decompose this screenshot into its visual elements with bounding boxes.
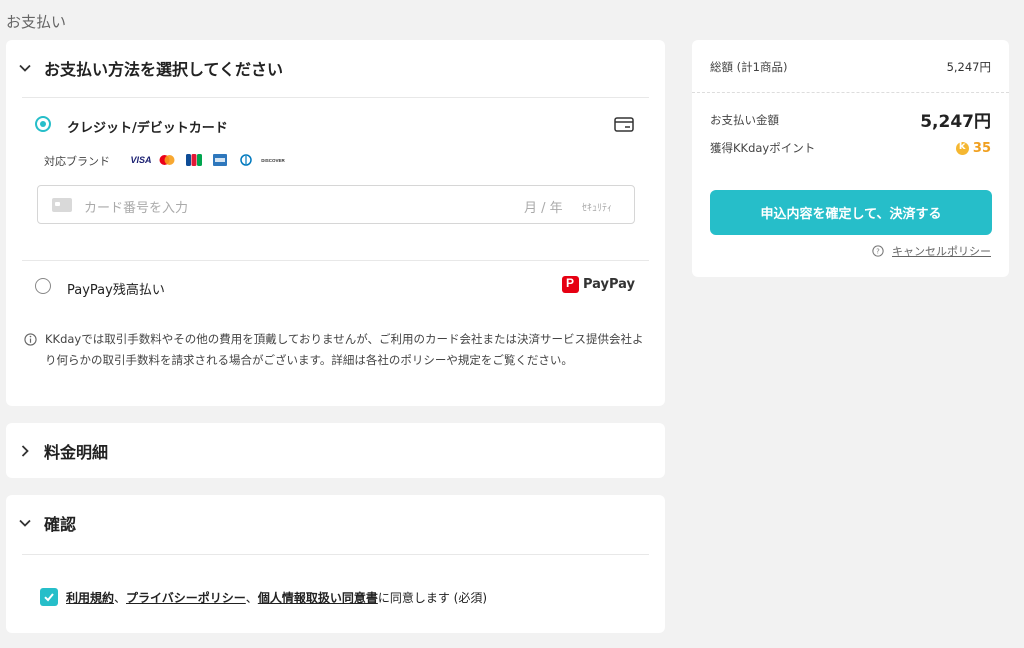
amex-logo-icon — [213, 154, 227, 166]
points-value: 35 — [955, 141, 991, 156]
total-label: 総額 (計1商品) — [710, 60, 788, 74]
card-number-placeholder[interactable]: カード番号を入力 — [84, 197, 188, 216]
chevron-down-icon — [19, 64, 31, 72]
brands-label: 対応ブランド — [44, 155, 110, 168]
svg-text:?: ? — [876, 248, 880, 256]
chevron-down-icon — [19, 519, 31, 527]
divider — [22, 554, 649, 555]
chevron-right-icon — [21, 444, 29, 457]
expiry-input[interactable]: 月 / 年 — [524, 197, 563, 216]
divider — [22, 260, 649, 261]
paypay-logo: PayPay — [561, 276, 635, 293]
divider — [22, 97, 649, 98]
fee-notice-text: KKdayでは取引手数料やその他の費用を頂戴しておりませんが、ご利用のカード会社… — [45, 332, 644, 367]
fee-details-card: 料金明細 — [6, 423, 665, 478]
confirm-card: 確認 利用規約 、 プライバシーポリシー 、 個人情報取扱い同意書 に同意します… — [6, 495, 665, 633]
diners-logo-icon — [237, 154, 255, 166]
payment-section-header[interactable]: お支払い方法を選択してください — [18, 40, 283, 96]
paypay-mark-icon — [561, 276, 579, 293]
mastercard-logo-icon — [158, 154, 176, 166]
dashed-divider — [692, 92, 1009, 93]
fees-section-title: 料金明細 — [44, 442, 109, 462]
payment-amount-label: お支払い金額 — [710, 112, 779, 127]
agree-suffix: に同意します (必須) — [377, 590, 488, 605]
total-value: 5,247円 — [946, 60, 991, 74]
fee-notice: KKdayでは取引手数料やその他の費用を頂戴しておりませんが、ご利用のカード会社… — [24, 329, 646, 371]
points-label: 獲得KKdayポイント — [710, 141, 816, 155]
page-title: お支払い — [6, 13, 67, 31]
payment-amount-row: お支払い金額 5,247円 — [710, 107, 991, 132]
payment-section-title: お支払い方法を選択してください — [44, 60, 284, 79]
discover-logo-icon: DISCOVER — [261, 157, 285, 163]
credit-card-radio[interactable] — [35, 116, 51, 132]
credit-card-icon — [614, 117, 634, 132]
paypay-radio[interactable] — [35, 278, 51, 294]
confirm-and-pay-button[interactable]: 申込内容を確定して、決済する — [710, 190, 992, 235]
terms-link[interactable]: 利用規約 — [66, 589, 114, 606]
card-placeholder-icon — [52, 198, 72, 212]
confirm-section-title: 確認 — [44, 515, 77, 534]
cancel-policy-link[interactable]: ? キャンセルポリシー — [872, 243, 991, 259]
visa-logo-icon: VISA — [130, 155, 152, 165]
card-number-input[interactable]: カード番号を入力 月 / 年 ｾｷｭﾘﾃｨ — [37, 185, 635, 224]
info-icon — [24, 333, 37, 346]
payment-method-card: お支払い方法を選択してください クレジット/デビットカード 対応ブランド VIS… — [6, 40, 665, 406]
help-icon: ? — [872, 245, 884, 257]
total-row: 総額 (計1商品) 5,247円 — [710, 59, 991, 75]
checkmark-icon — [44, 593, 54, 602]
fees-section-header[interactable]: 料金明細 — [18, 423, 108, 478]
security-code-input[interactable]: ｾｷｭﾘﾃｨ — [582, 199, 612, 214]
personal-info-consent-link[interactable]: 個人情報取扱い同意書 — [258, 589, 378, 606]
points-row: 獲得KKdayポイント 35 — [710, 140, 991, 156]
paypay-label[interactable]: PayPay残高払い — [67, 279, 165, 298]
kkday-point-icon — [955, 141, 969, 155]
confirm-section-header[interactable]: 確認 — [18, 495, 76, 551]
credit-card-label[interactable]: クレジット/デビットカード — [67, 117, 228, 136]
privacy-policy-link[interactable]: プライバシーポリシー — [126, 589, 246, 606]
order-summary-card: 総額 (計1商品) 5,247円 お支払い金額 5,247円 獲得KKdayポイ… — [692, 40, 1009, 277]
payment-amount-value: 5,247円 — [920, 112, 991, 132]
jcb-logo-icon — [186, 154, 202, 166]
agree-checkbox[interactable] — [40, 588, 58, 606]
agree-text: 利用規約 、 プライバシーポリシー 、 個人情報取扱い同意書 に同意します (必… — [66, 589, 488, 606]
